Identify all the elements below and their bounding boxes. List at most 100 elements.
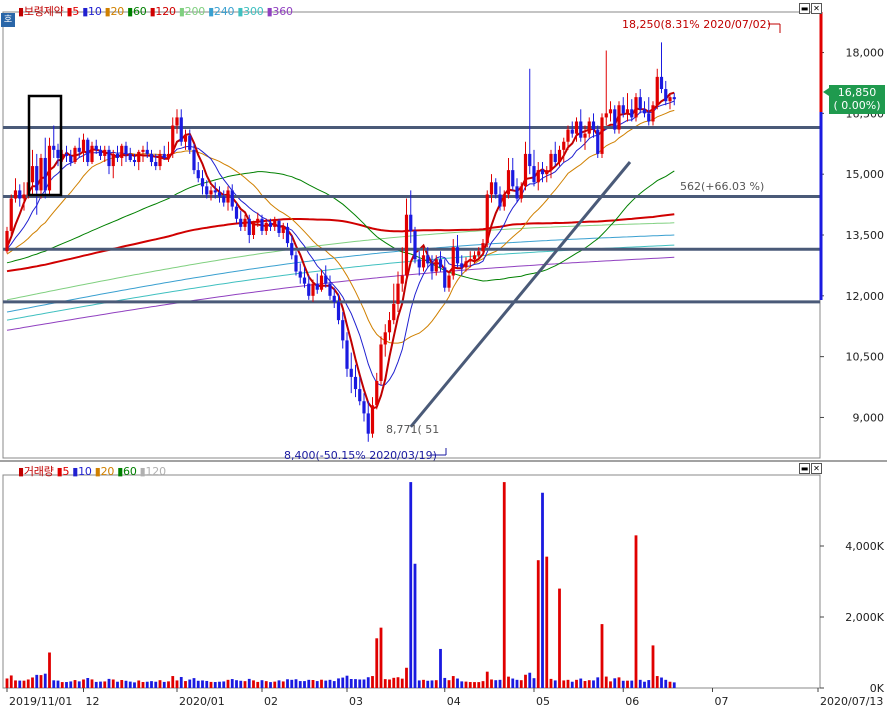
candle-body (35, 166, 39, 191)
volume-bar (613, 678, 617, 688)
volume-bar (464, 681, 468, 688)
volume-bar (592, 680, 595, 688)
candle-body (540, 170, 545, 175)
volume-bar (324, 680, 328, 688)
candle-body (472, 255, 477, 260)
candle-body (251, 222, 256, 235)
volume-bar (14, 680, 17, 688)
candle-body (362, 401, 366, 414)
x-tick-label: 04 (447, 695, 461, 708)
candle-body (149, 153, 154, 163)
candle-body (30, 166, 35, 183)
price-legend: ▮보령제약 ▮5 ▮10 ▮20 ▮60 ▮120 ▮200 ▮240 ▮300 ▮360 (18, 3, 296, 19)
volume-bar (490, 679, 493, 688)
candle-body (256, 218, 260, 223)
x-tick-label: 02 (264, 695, 278, 708)
volume-bar (379, 627, 383, 688)
volume-bar (252, 680, 255, 688)
candle-body (596, 129, 600, 154)
candle-body (43, 157, 47, 191)
volume-bar (9, 675, 13, 688)
candle-body (621, 105, 625, 114)
volume-bar (400, 678, 404, 688)
volume-bar (60, 682, 64, 688)
candle-body (447, 275, 451, 288)
volume-bar (39, 675, 43, 688)
price-legend-item: ▮10 (82, 5, 102, 18)
candle-body (115, 153, 120, 158)
volume-bar (413, 563, 417, 688)
close-icon[interactable]: ✕ (811, 463, 822, 474)
volume-bar (205, 680, 209, 688)
volume-bar (566, 679, 570, 688)
candle-body (268, 222, 273, 227)
candle-body (81, 139, 86, 152)
volume-legend-item: ▮거래량 (18, 465, 54, 478)
volume-bar (447, 680, 451, 688)
candle-body (336, 301, 341, 321)
volume-bar (604, 676, 608, 688)
volume-bar (456, 678, 459, 688)
volume-bar (528, 672, 532, 688)
candle-body (234, 206, 239, 219)
volume-bar (273, 681, 277, 688)
volume-bar (128, 681, 132, 688)
price-tick-label: 12,000 (846, 290, 885, 303)
volume-bar (562, 680, 566, 688)
volume-bar (481, 681, 485, 688)
volume-legend-item: ▮60 (117, 465, 137, 478)
candle-body (481, 243, 485, 252)
candle-body (570, 129, 574, 134)
minimize-icon[interactable]: ▬ (799, 463, 810, 474)
candle-body (438, 259, 443, 268)
volume-bar (511, 678, 515, 688)
volume-bar (184, 681, 187, 688)
candle-body (120, 145, 124, 158)
volume-bar (133, 682, 136, 688)
volume-bar (209, 681, 213, 688)
candle-body (383, 332, 387, 345)
volume-bar (366, 677, 370, 688)
volume-bar (549, 678, 553, 688)
candle-body (430, 263, 434, 272)
price-legend-item: ▮60 (127, 5, 147, 18)
volume-bar (430, 680, 434, 688)
volume-bar (307, 679, 311, 688)
volume-bar (167, 681, 170, 688)
candle-body (647, 113, 651, 122)
candle-body (281, 226, 285, 233)
volume-bar (345, 675, 349, 688)
volume-bar (634, 535, 638, 688)
candle-body (171, 125, 175, 154)
volume-bar (409, 482, 413, 688)
volume-bar (587, 680, 591, 688)
low-annotation: 8,400(-50.15% 2020/03/19) (284, 449, 437, 462)
volume-bar (22, 680, 26, 688)
volume-bar (65, 682, 68, 688)
volume-bar (494, 680, 498, 688)
candle-body (574, 121, 579, 134)
candle-body (562, 141, 566, 150)
close-icon[interactable]: ✕ (811, 3, 822, 14)
candle-body (107, 149, 111, 167)
candle-body (217, 192, 222, 197)
volume-bar (162, 681, 166, 688)
volume-bar (298, 681, 302, 688)
volume-bar (643, 681, 646, 688)
price-tick-label: 15,000 (846, 168, 885, 181)
candle-body (13, 190, 18, 199)
volume-bar (579, 678, 583, 688)
candle-body (77, 147, 81, 152)
candle-body (659, 76, 664, 90)
chart-type-icon[interactable]: 호 (1, 13, 15, 27)
candle-body (128, 153, 132, 160)
minimize-icon[interactable]: ▬ (799, 3, 810, 14)
candle-body (451, 247, 455, 276)
candle-body (260, 218, 264, 231)
candle-body (630, 109, 634, 118)
volume-bar (388, 679, 391, 688)
volume-bar (26, 679, 30, 688)
current-change: ( 0.00%) (833, 99, 881, 112)
price-legend-item: ▮보령제약 (18, 5, 64, 18)
candle-body (239, 218, 243, 227)
